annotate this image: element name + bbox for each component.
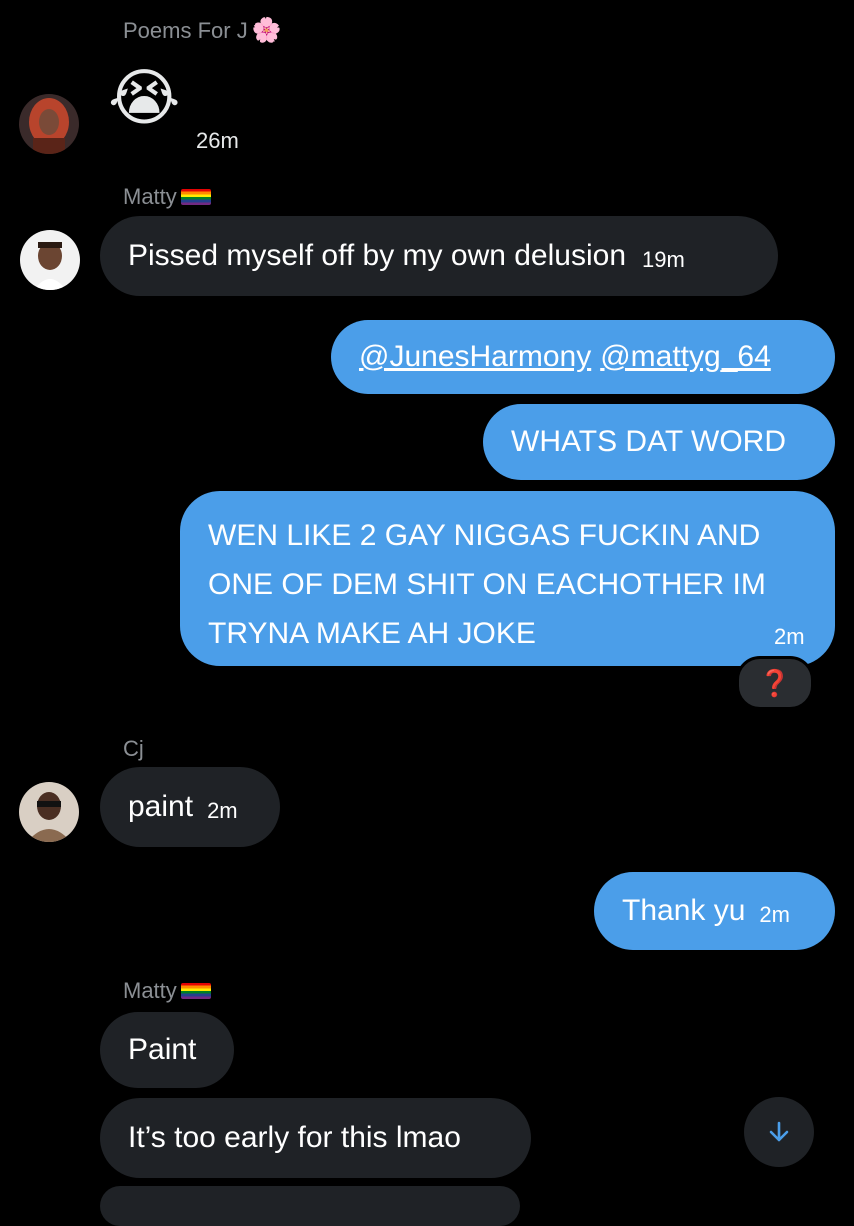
mention-link[interactable]: @JunesHarmony (359, 339, 591, 375)
avatar-image (19, 94, 79, 154)
message-bubble[interactable]: Pissed myself off by my own delusion 19m (100, 216, 778, 296)
sender-name-poems: Poems For J 🌸 (123, 17, 282, 44)
sender-name-cj: Cj (123, 736, 144, 761)
message-bubble[interactable]: Paint (100, 1012, 234, 1088)
message-time: 2m (759, 902, 790, 927)
message-time: 2m (774, 624, 805, 649)
cherry-blossom-icon: 🌸 (251, 17, 282, 44)
message-bubble[interactable]: It’s too early for this lmao (100, 1098, 531, 1178)
sender-name-matty: Matty (123, 184, 211, 210)
question-mark-icon: ❓ (758, 667, 792, 698)
message-text: paint (128, 790, 194, 823)
arrow-down-icon (769, 1121, 789, 1142)
avatar-cj[interactable] (19, 782, 79, 842)
message-text: It’s too early for this lmao (128, 1121, 461, 1154)
message-time: 2m (207, 798, 238, 823)
message-bubble-outgoing[interactable]: @JunesHarmony @mattyg_64 (331, 320, 835, 394)
message-time: 26m (196, 128, 239, 153)
rainbow-flag-icon (180, 189, 211, 205)
message-text: Paint (128, 1033, 197, 1066)
message-bubble-outgoing[interactable]: WEN LIKE 2 GAY NIGGAS FUCKIN AND ONE OF … (180, 491, 835, 666)
message-bubble-outgoing[interactable]: WHATS DAT WORD (483, 404, 835, 480)
message-text: WHATS DAT WORD (511, 425, 786, 458)
sender-name-matty: Matty (123, 978, 211, 1004)
scroll-to-bottom-button[interactable] (744, 1097, 814, 1167)
avatar-image (19, 782, 79, 842)
avatar-image (20, 230, 80, 290)
message-text-line: ONE OF DEM SHIT ON EACHOTHER IM (208, 568, 766, 601)
reaction-question-mark[interactable]: ❓ (736, 656, 814, 710)
crying-face-emoji: 😭 (108, 64, 181, 133)
message-bubble-outgoing[interactable]: Thank yu 2m (594, 872, 835, 950)
message-bubble[interactable]: paint 2m (100, 767, 280, 847)
message-text-line: WEN LIKE 2 GAY NIGGAS FUCKIN AND (208, 519, 761, 552)
rainbow-flag-icon (180, 983, 211, 999)
avatar-matty[interactable] (20, 230, 80, 290)
message-bubble[interactable] (100, 1186, 520, 1226)
message-text: Pissed myself off by my own delusion (128, 239, 627, 272)
mention-link[interactable]: @mattyg_64 (600, 339, 771, 375)
message-text-line: TRYNA MAKE AH JOKE (208, 617, 536, 650)
message-time: 19m (642, 247, 685, 272)
avatar-poems[interactable] (19, 94, 79, 154)
message-text: Thank yu (622, 894, 746, 927)
